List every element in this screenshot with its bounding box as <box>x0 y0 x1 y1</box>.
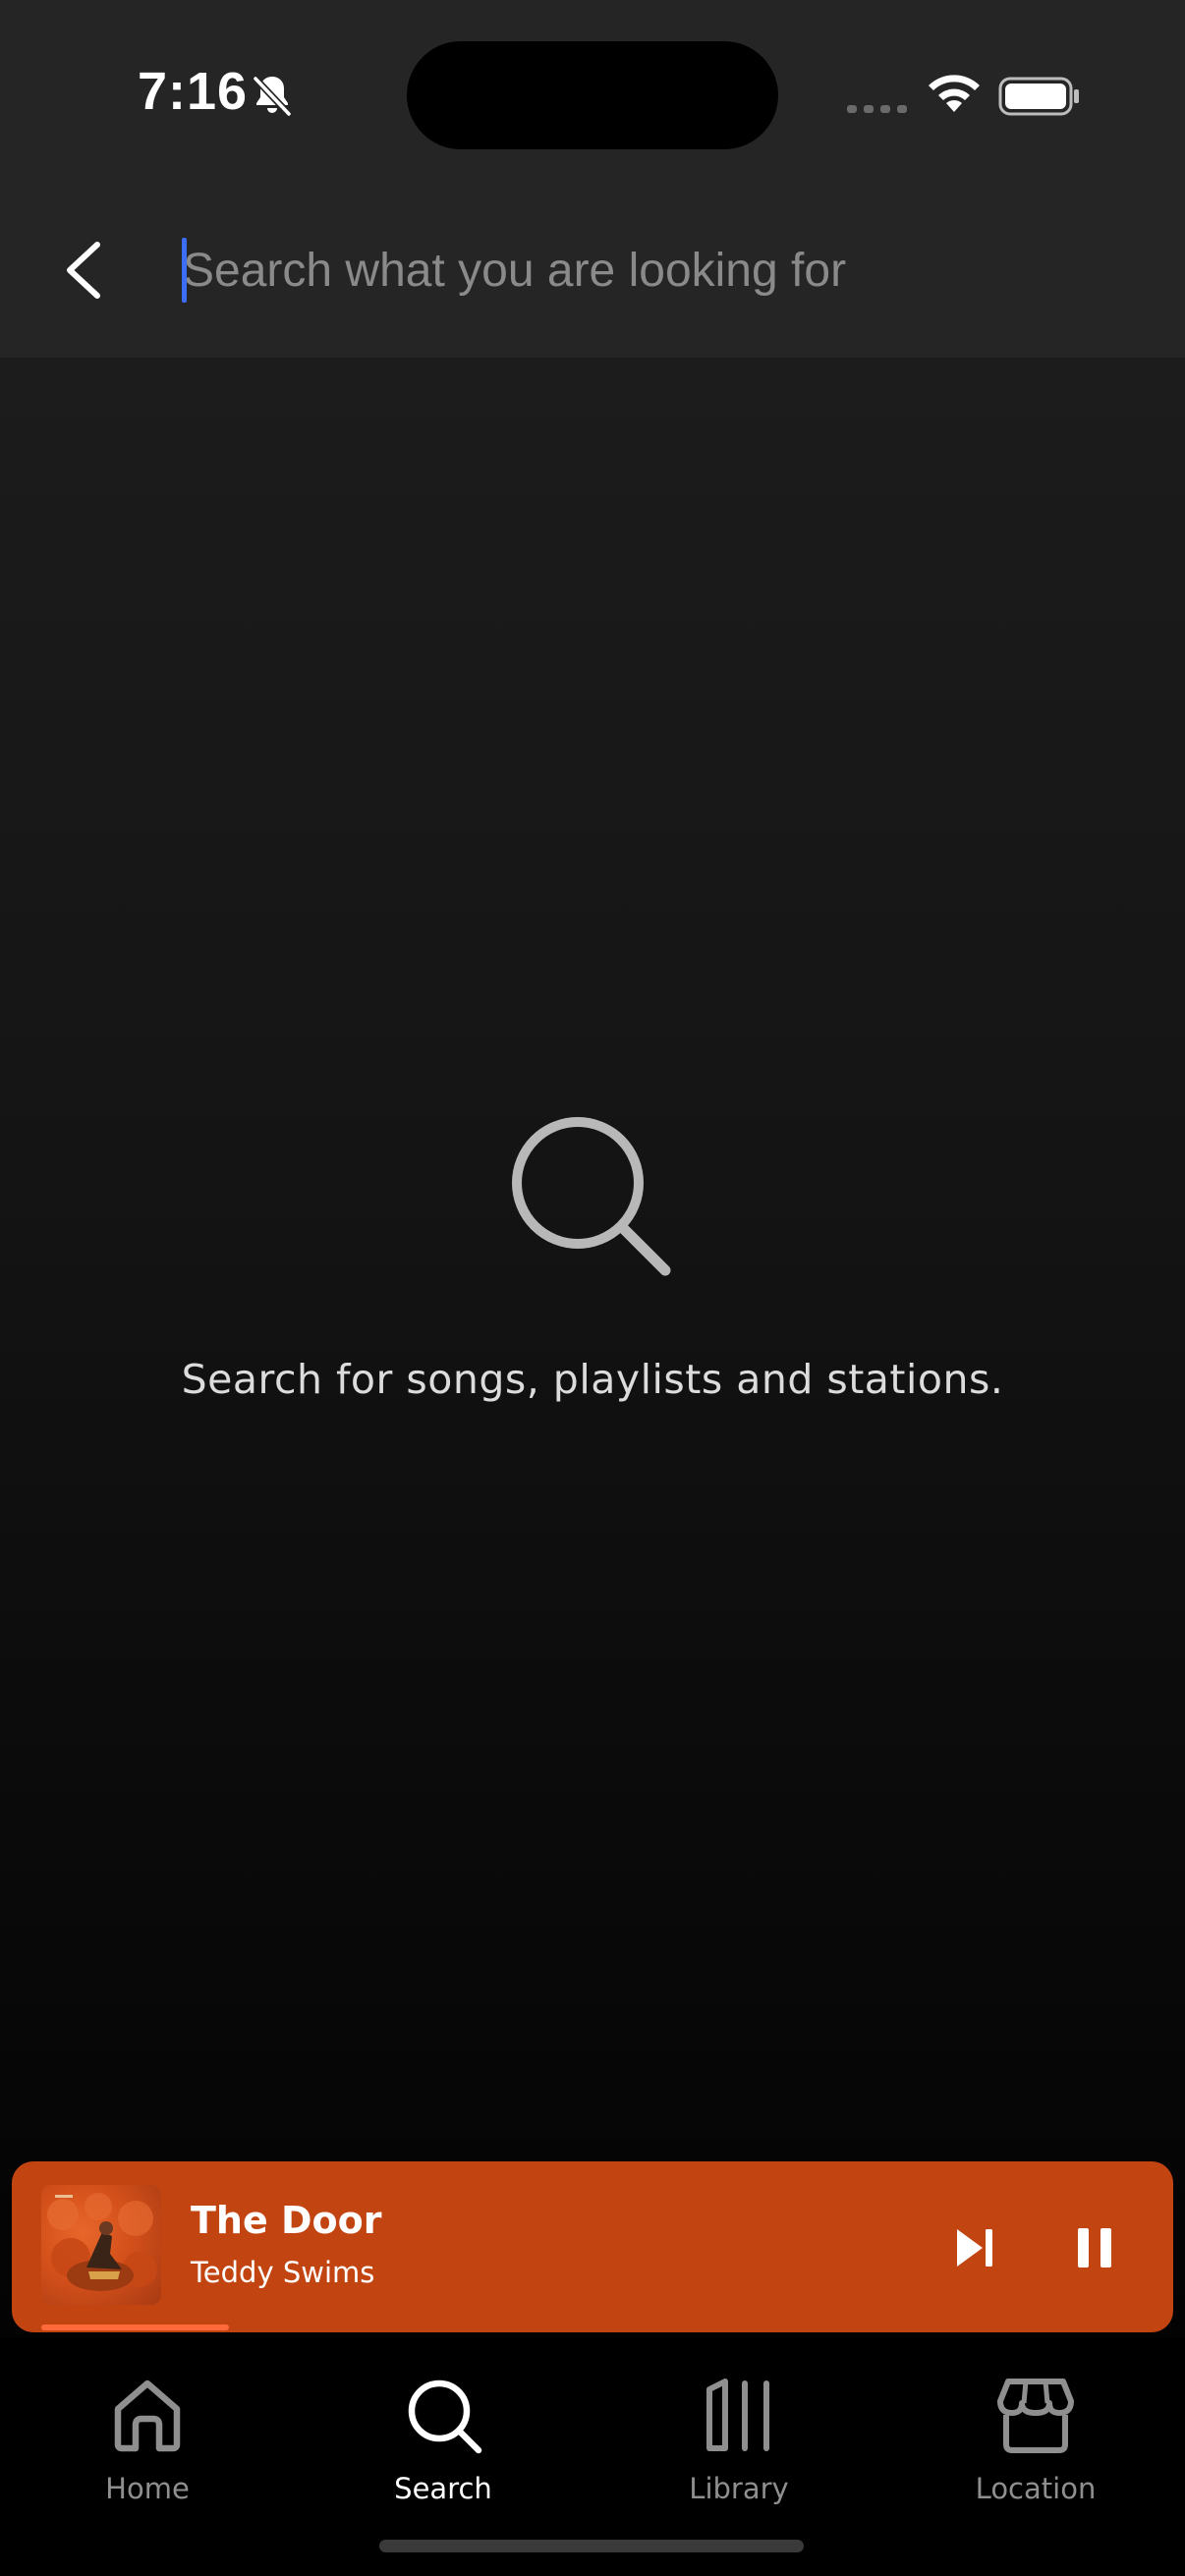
nav-label: Location <box>975 2472 1097 2505</box>
track-artist: Teddy Swims <box>191 2256 375 2289</box>
album-art <box>41 2185 161 2305</box>
dynamic-island <box>407 41 778 149</box>
playback-progress-fill <box>41 2324 229 2330</box>
search-header <box>0 187 1185 358</box>
home-indicator <box>379 2540 804 2552</box>
nav-item-library[interactable]: Library <box>621 2374 857 2531</box>
album-art-image <box>47 2193 157 2291</box>
playback-progress-track <box>41 2324 1144 2330</box>
pause-button[interactable] <box>1057 2211 1132 2285</box>
cellular-signal-icon <box>847 105 907 113</box>
status-time: 7:16 <box>138 62 249 121</box>
skip-next-icon <box>957 2229 992 2267</box>
empty-state-message: Search for songs, playlists and stations… <box>181 1356 1004 1403</box>
chevron-left-icon <box>67 242 100 299</box>
track-title: The Door <box>191 2199 382 2242</box>
skip-next-button[interactable] <box>937 2211 1012 2285</box>
nav-label: Home <box>105 2472 190 2505</box>
text-caret <box>182 238 187 303</box>
home-icon <box>114 2380 181 2452</box>
battery-icon <box>998 77 1079 116</box>
pause-icon <box>1078 2228 1111 2268</box>
bell-slash-icon <box>253 76 292 117</box>
store-icon <box>997 2379 1074 2453</box>
nav-label: Library <box>689 2472 789 2505</box>
status-bar: 7:16 <box>0 0 1185 187</box>
wifi-icon <box>929 75 980 112</box>
search-input[interactable] <box>183 226 1126 314</box>
back-button[interactable] <box>49 226 118 314</box>
nav-item-home[interactable]: Home <box>29 2374 265 2531</box>
search-icon <box>408 2380 482 2454</box>
library-icon <box>706 2379 769 2451</box>
nav-item-location[interactable]: Location <box>918 2374 1154 2531</box>
search-icon <box>512 1117 671 1276</box>
mini-player[interactable]: The Door Teddy Swims <box>12 2161 1173 2332</box>
nav-item-search[interactable]: Search <box>325 2374 561 2531</box>
nav-label: Search <box>394 2472 492 2505</box>
